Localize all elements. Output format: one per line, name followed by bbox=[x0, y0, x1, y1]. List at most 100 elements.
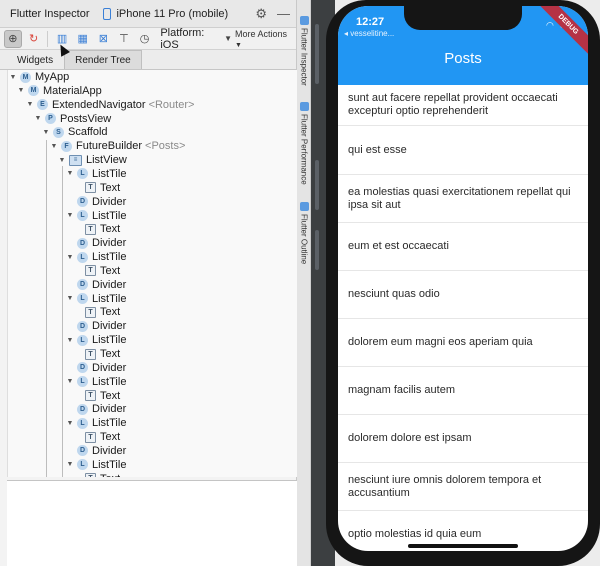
repaint-rainbow-icon[interactable]: ⊤ bbox=[115, 30, 133, 48]
widget-d-icon: D bbox=[77, 362, 88, 374]
platform-dropdown[interactable]: Platform: iOS ▼ bbox=[160, 27, 232, 51]
tree-node-label: ListTile bbox=[92, 292, 127, 305]
post-list-tile[interactable]: magnam facilis autem bbox=[338, 367, 588, 415]
post-list-tile[interactable]: dolorem dolore est ipsam bbox=[338, 415, 588, 463]
tree-node-divider[interactable]: D Divider bbox=[65, 236, 126, 250]
widget-m-icon: M bbox=[20, 71, 31, 83]
expand-triangle-icon[interactable]: ▼ bbox=[57, 157, 67, 164]
tree-node-text[interactable]: T Text bbox=[73, 472, 120, 477]
tree-node-materialapp[interactable]: ▼ M MaterialApp bbox=[16, 84, 102, 98]
widget-s-icon: S bbox=[53, 126, 64, 138]
tree-node-postsview[interactable]: ▼ P PostsView bbox=[33, 112, 112, 126]
tree-node-listtile[interactable]: ▼ L ListTile bbox=[65, 333, 127, 347]
expand-triangle-icon[interactable]: ▼ bbox=[8, 74, 18, 81]
phone-screen: 12:27 ◂ vesselitine... ◠ ▭ Posts DEBUG s… bbox=[338, 6, 588, 551]
expand-triangle-icon[interactable]: ▼ bbox=[16, 87, 26, 94]
tree-node-listtile[interactable]: ▼ L ListTile bbox=[65, 292, 127, 306]
expand-triangle-icon[interactable]: ▼ bbox=[65, 170, 75, 177]
widget-l-icon: L bbox=[77, 251, 88, 263]
slow-animations-icon[interactable]: ◷ bbox=[136, 30, 154, 48]
debug-paint-icon[interactable]: ▦ bbox=[74, 30, 92, 48]
flutter-icon bbox=[299, 102, 309, 111]
flutter-icon bbox=[299, 16, 309, 25]
tree-node-listtile[interactable]: ▼ L ListTile bbox=[65, 458, 127, 472]
tree-node-text[interactable]: T Text bbox=[73, 347, 120, 361]
widget-t-icon: T bbox=[85, 223, 96, 235]
device-tab[interactable]: iPhone 11 Pro (mobile) bbox=[103, 7, 228, 20]
tree-node-divider[interactable]: D Divider bbox=[65, 195, 126, 209]
tab-widgets[interactable]: Widgets bbox=[6, 50, 64, 69]
tool-window-strip: Flutter Inspector Flutter Performance Fl… bbox=[297, 0, 311, 566]
tree-node-label: Text bbox=[100, 348, 121, 360]
tree-node-divider[interactable]: D Divider bbox=[65, 361, 126, 375]
gear-icon[interactable]: ⚙ bbox=[255, 6, 267, 22]
widget-l-icon: L bbox=[77, 459, 88, 471]
home-indicator[interactable] bbox=[408, 544, 518, 548]
post-list-tile[interactable]: nesciunt quas odio bbox=[338, 271, 588, 319]
widget-tree[interactable]: ▼ M MyApp ▼ M MaterialApp ▼ E ExtendedNavigator <… bbox=[7, 70, 297, 477]
tree-node-listtile[interactable]: ▼ L ListTile bbox=[65, 250, 127, 264]
tree-node-scaffold[interactable]: ▼ S Scaffold bbox=[41, 125, 108, 139]
post-list-tile[interactable]: sunt aut facere repellat provident occae… bbox=[338, 85, 588, 126]
background-tab bbox=[315, 24, 319, 84]
expand-triangle-icon[interactable]: ▼ bbox=[65, 337, 75, 344]
expand-triangle-icon[interactable]: ▼ bbox=[25, 101, 35, 108]
tree-node-extendednavigator[interactable]: ▼ E ExtendedNavigator <Router> bbox=[25, 98, 195, 112]
refresh-tree-icon[interactable]: ↻ bbox=[25, 30, 43, 48]
minimize-icon[interactable]: — bbox=[277, 6, 290, 21]
expand-triangle-icon[interactable]: ▼ bbox=[33, 115, 43, 122]
expand-triangle-icon[interactable]: ▼ bbox=[41, 129, 51, 136]
tree-node-text[interactable]: T Text bbox=[73, 305, 120, 319]
expand-triangle-icon[interactable]: ▼ bbox=[65, 461, 75, 468]
select-widget-mode-icon[interactable]: ⊕ bbox=[4, 29, 22, 48]
tree-node-futurebuilder[interactable]: ▼ F FutureBuilder <Posts> bbox=[49, 139, 186, 153]
tree-node-label: Text bbox=[100, 181, 121, 194]
tree-node-label: ListView bbox=[86, 154, 127, 167]
post-list-tile[interactable]: ea molestias quasi exercitationem repell… bbox=[338, 175, 588, 223]
expand-triangle-icon[interactable]: ▼ bbox=[65, 295, 75, 302]
tree-node-label: MyApp bbox=[35, 71, 70, 83]
post-list-tile[interactable]: eum et est occaecati bbox=[338, 223, 588, 271]
widget-e-icon: E bbox=[37, 99, 48, 111]
back-to-app-link[interactable]: ◂ vesselitine... bbox=[344, 29, 394, 38]
tool-window-flutter-performance[interactable]: Flutter Performance bbox=[297, 102, 311, 185]
tree-node-listtile[interactable]: ▼ L ListTile bbox=[65, 375, 127, 389]
tree-node-label: Divider bbox=[92, 361, 127, 374]
more-actions-dropdown[interactable]: More Actions ▼ bbox=[235, 29, 292, 49]
tree-node-listtile[interactable]: ▼ L ListTile bbox=[65, 167, 127, 181]
tree-node-text[interactable]: T Text bbox=[73, 264, 120, 278]
tree-node-text[interactable]: T Text bbox=[73, 181, 120, 195]
tree-node-listtile[interactable]: ▼ L ListTile bbox=[65, 209, 127, 223]
tree-node-myapp[interactable]: ▼ M MyApp bbox=[8, 70, 70, 84]
expand-triangle-icon[interactable]: ▼ bbox=[65, 420, 75, 427]
tree-node-listview[interactable]: ▼ ≡ ListView bbox=[57, 153, 127, 167]
post-list-tile[interactable]: nesciunt iure omnis dolorem tempora et a… bbox=[338, 463, 588, 511]
tree-node-divider[interactable]: D Divider bbox=[65, 402, 126, 416]
tool-window-flutter-outline[interactable]: Flutter Outline bbox=[297, 202, 311, 264]
expand-triangle-icon[interactable]: ▼ bbox=[65, 254, 75, 261]
inspector-toolbar: ⊕ ↻ ▥ ▦ ⊠ ⊤ ◷ Platform: iOS ▼ More Actio… bbox=[0, 27, 296, 51]
expand-triangle-icon[interactable]: ▼ bbox=[65, 378, 75, 385]
tree-node-divider[interactable]: D Divider bbox=[65, 319, 126, 333]
tree-node-text[interactable]: T Text bbox=[73, 389, 120, 403]
tree-node-text[interactable]: T Text bbox=[73, 430, 120, 444]
phone-notch bbox=[404, 6, 522, 30]
tree-node-label: Divider bbox=[92, 403, 127, 416]
widget-p-icon: P bbox=[45, 113, 56, 125]
post-list-tile[interactable]: qui est esse bbox=[338, 126, 588, 175]
tree-node-divider[interactable]: D Divider bbox=[65, 278, 126, 292]
tree-node-divider[interactable]: D Divider bbox=[65, 444, 126, 458]
expand-triangle-icon[interactable]: ▼ bbox=[49, 143, 59, 150]
flutter-inspector-panel: Flutter Inspector iPhone 11 Pro (mobile)… bbox=[0, 0, 297, 566]
tree-node-text[interactable]: T Text bbox=[73, 222, 120, 236]
tree-node-listtile[interactable]: ▼ L ListTile bbox=[65, 416, 127, 430]
tool-window-flutter-inspector[interactable]: Flutter Inspector bbox=[297, 16, 311, 86]
tool-window-label: Flutter Inspector bbox=[299, 28, 309, 86]
widget-d-icon: D bbox=[77, 320, 88, 332]
widget-d-icon: D bbox=[77, 279, 88, 291]
post-list-tile[interactable]: dolorem eum magni eos aperiam quia bbox=[338, 319, 588, 367]
paint-baselines-icon[interactable]: ⊠ bbox=[95, 30, 113, 48]
chevron-down-icon: ▼ bbox=[224, 34, 232, 43]
tab-render-tree[interactable]: Render Tree bbox=[64, 50, 142, 69]
expand-triangle-icon[interactable]: ▼ bbox=[65, 212, 75, 219]
